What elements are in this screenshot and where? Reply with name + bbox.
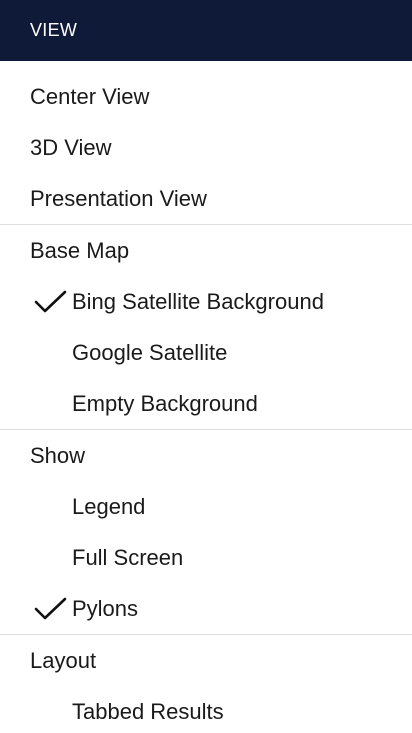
3d-view-item[interactable]: 3D View [0,122,412,173]
section-base-map: Base Map Bing Satellite Background Googl… [0,225,412,430]
section-view-actions: Center View 3D View Presentation View [0,61,412,225]
legend-label: Legend [72,493,146,519]
menu-title: VIEW [30,20,78,40]
empty-background-item[interactable]: Empty Background [0,378,412,429]
tabbed-results-label: Tabbed Results [72,698,224,724]
checkmark-icon [34,597,68,621]
base-map-heading: Base Map [30,237,130,263]
view-menu: VIEW Center View 3D View Presentation Vi… [0,0,412,733]
menu-header: VIEW [0,0,412,61]
pylons-item[interactable]: Pylons [0,583,412,634]
google-satellite-item[interactable]: Google Satellite [0,327,412,378]
bing-satellite-background-item[interactable]: Bing Satellite Background [0,276,412,327]
full-screen-item[interactable]: Full Screen [0,532,412,583]
presentation-view-item[interactable]: Presentation View [0,173,412,224]
google-satellite-label: Google Satellite [72,339,228,365]
show-heading: Show [30,442,86,468]
layout-heading: Layout [30,647,97,673]
section-show: Show Legend Full Screen Pylons [0,430,412,635]
checkmark-icon [34,290,68,314]
center-view-item[interactable]: Center View [0,71,412,122]
bing-satellite-background-label: Bing Satellite Background [72,288,324,314]
section-layout: Layout Tabbed Results [0,635,412,733]
pylons-label: Pylons [72,595,139,621]
empty-background-label: Empty Background [72,390,258,416]
tabbed-results-item[interactable]: Tabbed Results [0,686,412,733]
full-screen-label: Full Screen [72,544,184,570]
legend-item[interactable]: Legend [0,481,412,532]
